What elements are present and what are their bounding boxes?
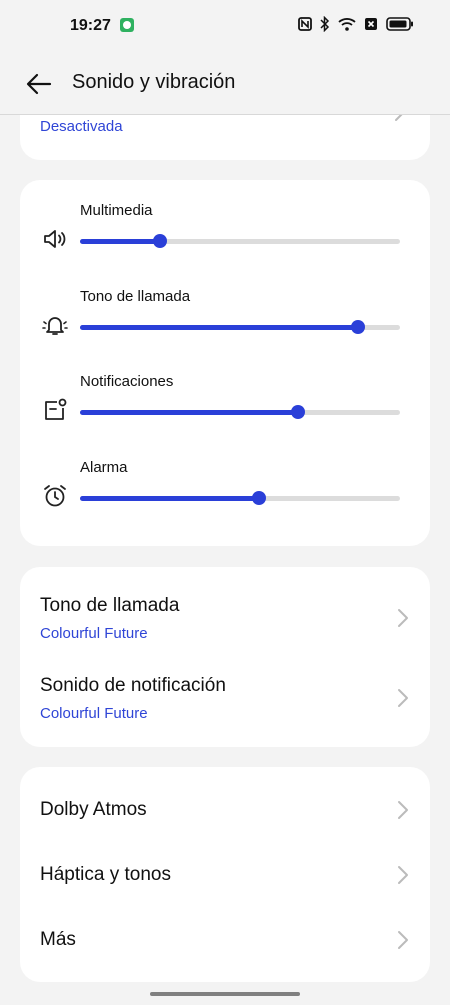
bluetooth-icon — [320, 16, 330, 32]
volume-label: Notificaciones — [80, 373, 174, 390]
nfc-icon — [298, 17, 312, 31]
volume-slider-multimedia[interactable] — [80, 234, 400, 248]
item-title: Tono de llamada — [40, 595, 180, 616]
volume-row-ringtone: Tono de llamada — [20, 288, 430, 358]
app-bar: Sonido y vibración — [0, 52, 450, 115]
slider-fill — [80, 239, 160, 244]
chevron-right-icon — [398, 866, 408, 884]
slider-thumb[interactable] — [351, 320, 366, 334]
volume-row-notifications: Notificaciones — [20, 373, 430, 443]
haptics-item[interactable]: Háptica y tonos — [20, 842, 430, 907]
slider-fill — [80, 496, 260, 501]
arrow-left-icon — [26, 73, 52, 95]
chevron-right-icon — [398, 801, 408, 819]
top-setting-status: Desactivada — [40, 118, 123, 135]
item-title: Háptica y tonos — [40, 864, 171, 885]
ringer-bell-icon — [42, 317, 68, 335]
status-bar: 19:27 — [0, 0, 450, 52]
volume-card: Multimedia Tono de llamada Notificacione… — [20, 180, 430, 546]
more-item[interactable]: Más — [20, 907, 430, 972]
chevron-right-icon — [398, 931, 408, 949]
battery-icon — [386, 17, 414, 31]
volume-row-alarm: Alarma — [20, 459, 430, 529]
page-title: Sonido y vibración — [72, 71, 236, 93]
slider-thumb[interactable] — [153, 234, 167, 248]
ringtone-item[interactable]: Tono de llamada Colourful Future — [20, 567, 430, 657]
wifi-icon — [338, 17, 356, 31]
notification-icon — [45, 398, 67, 420]
tones-card: Tono de llamada Colourful Future Sonido … — [20, 567, 430, 747]
volume-slider-alarm[interactable] — [80, 491, 400, 505]
gesture-navigation-bar[interactable] — [150, 992, 300, 996]
slider-thumb[interactable] — [290, 405, 305, 419]
volume-slider-notifications[interactable] — [80, 405, 400, 419]
no-sim-icon — [364, 17, 378, 31]
status-time: 19:27 — [70, 17, 111, 34]
item-title: Más — [40, 929, 76, 950]
item-subtitle: Colourful Future — [40, 625, 148, 642]
misc-card: Dolby Atmos Háptica y tonos Más — [20, 767, 430, 982]
notification-sound-item[interactable]: Sonido de notificación Colourful Future — [20, 657, 430, 747]
volume-slider-ringtone[interactable] — [80, 320, 400, 334]
slider-thumb[interactable] — [252, 491, 267, 505]
chevron-right-icon — [398, 609, 408, 627]
volume-label: Multimedia — [80, 202, 153, 219]
speaker-icon — [44, 230, 66, 248]
volume-row-multimedia: Multimedia — [20, 202, 430, 272]
back-button[interactable] — [24, 69, 54, 99]
dolby-atmos-item[interactable]: Dolby Atmos — [20, 777, 430, 842]
status-icons — [298, 16, 414, 32]
volume-label: Tono de llamada — [80, 288, 191, 305]
slider-fill — [80, 325, 359, 330]
item-title: Dolby Atmos — [40, 799, 147, 820]
slider-fill — [80, 410, 298, 415]
notification-app-icon — [120, 18, 134, 32]
chevron-right-icon — [398, 689, 408, 707]
item-subtitle: Colourful Future — [40, 705, 148, 722]
item-title: Sonido de notificación — [40, 675, 226, 696]
alarm-clock-icon — [44, 485, 66, 507]
volume-label: Alarma — [80, 459, 128, 476]
